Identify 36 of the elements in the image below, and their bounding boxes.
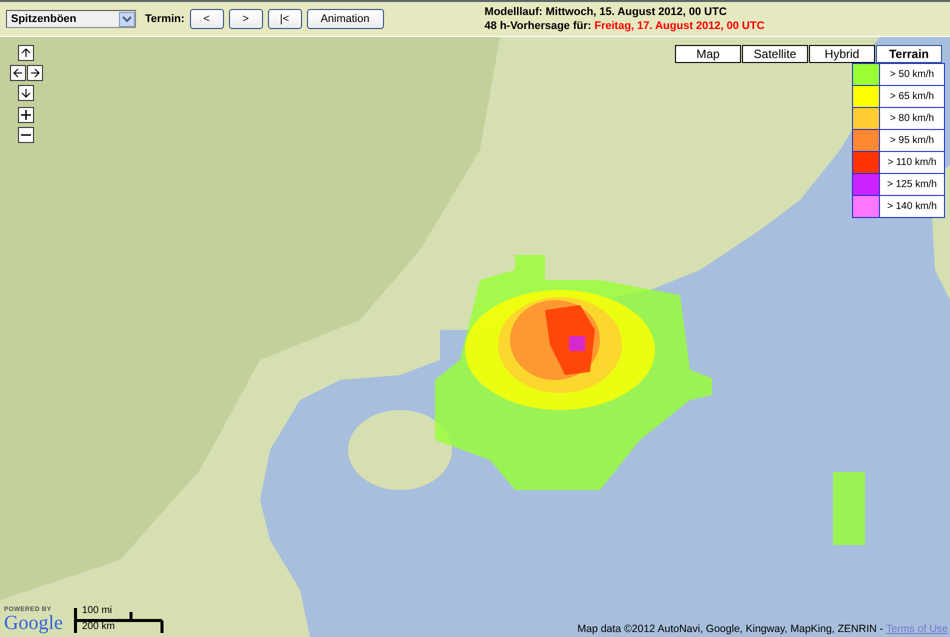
legend-label: > 95 km/h — [888, 134, 936, 148]
legend-label: > 125 km/h — [886, 178, 938, 192]
pan-down-button[interactable] — [18, 85, 34, 101]
plus-icon — [21, 110, 31, 120]
forecast-label: 48 h-Vorhersage für: — [484, 20, 592, 32]
legend-label: > 50 km/h — [888, 68, 936, 82]
attribution-text: Map data ©2012 AutoNavi, Google, Kingway, MapKing, ZENRIN - — [577, 623, 884, 635]
termin-label: Termin: — [145, 13, 185, 25]
animation-button[interactable]: Animation — [306, 9, 384, 29]
nav-button[interactable]: < — [190, 9, 224, 29]
zoom-out-button[interactable] — [18, 127, 34, 143]
map-type-tab[interactable]: Terrain — [876, 45, 942, 63]
arrow-right-icon — [30, 68, 40, 78]
legend-label: > 140 km/h — [886, 200, 938, 214]
scale-bar-icon — [74, 607, 164, 633]
nav-button[interactable]: |< — [268, 9, 302, 29]
scale-label: 200 km — [82, 621, 115, 632]
nav-button[interactable]: > — [228, 9, 263, 29]
google-logo: Google — [4, 613, 63, 633]
legend-label: > 110 km/h — [886, 156, 938, 170]
arrow-left-icon — [12, 68, 22, 78]
map-type-tab[interactable]: Hybrid — [809, 45, 875, 63]
map-type-tab[interactable]: Satellite — [742, 45, 808, 63]
pan-up-button[interactable] — [18, 45, 34, 61]
scale-label: 100 mi — [82, 605, 112, 616]
arrow-down-icon — [21, 88, 31, 98]
arrow-up-icon — [21, 48, 31, 58]
legend-label: > 65 km/h — [888, 90, 936, 104]
forecast-date: Freitag, 17. August 2012, 00 UTC — [594, 20, 765, 32]
model-run-text: Modelllauf: Mittwoch, 15. August 2012, 00 UTC — [484, 5, 728, 19]
map-type-tab[interactable]: Map — [675, 45, 741, 63]
zoom-in-button[interactable] — [18, 107, 34, 123]
pan-left-button[interactable] — [10, 65, 26, 81]
legend-label: > 80 km/h — [888, 112, 936, 126]
pan-right-button[interactable] — [26, 65, 42, 81]
product-dropdown[interactable]: Spitzenböen — [6, 10, 136, 28]
